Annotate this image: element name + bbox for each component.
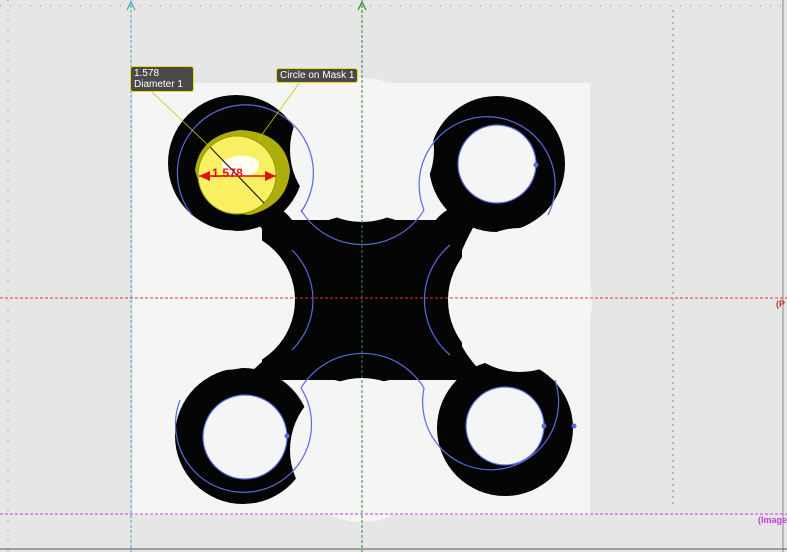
- diameter-name: Diameter 1: [134, 79, 183, 90]
- circle-label: Circle on Mask 1: [280, 70, 355, 81]
- edge-point[interactable]: [533, 162, 539, 168]
- diameter-callout[interactable]: 1.578 Diameter 1: [130, 66, 194, 92]
- dimension-value-text: 1.578: [212, 166, 244, 180]
- edge-point[interactable]: [284, 433, 290, 439]
- image-axis-label: (Image: [757, 515, 787, 525]
- measurement-canvas[interactable]: [0, 0, 787, 552]
- circle-callout[interactable]: Circle on Mask 1: [276, 68, 359, 83]
- diameter-value: 1.578: [134, 68, 160, 79]
- edge-point[interactable]: [571, 423, 577, 429]
- image-viewport[interactable]: 1.578 Diameter 1 Circle on Mask 1 1.578 …: [0, 0, 787, 552]
- p-axis-label: (P: [776, 299, 785, 309]
- edge-point[interactable]: [541, 423, 547, 429]
